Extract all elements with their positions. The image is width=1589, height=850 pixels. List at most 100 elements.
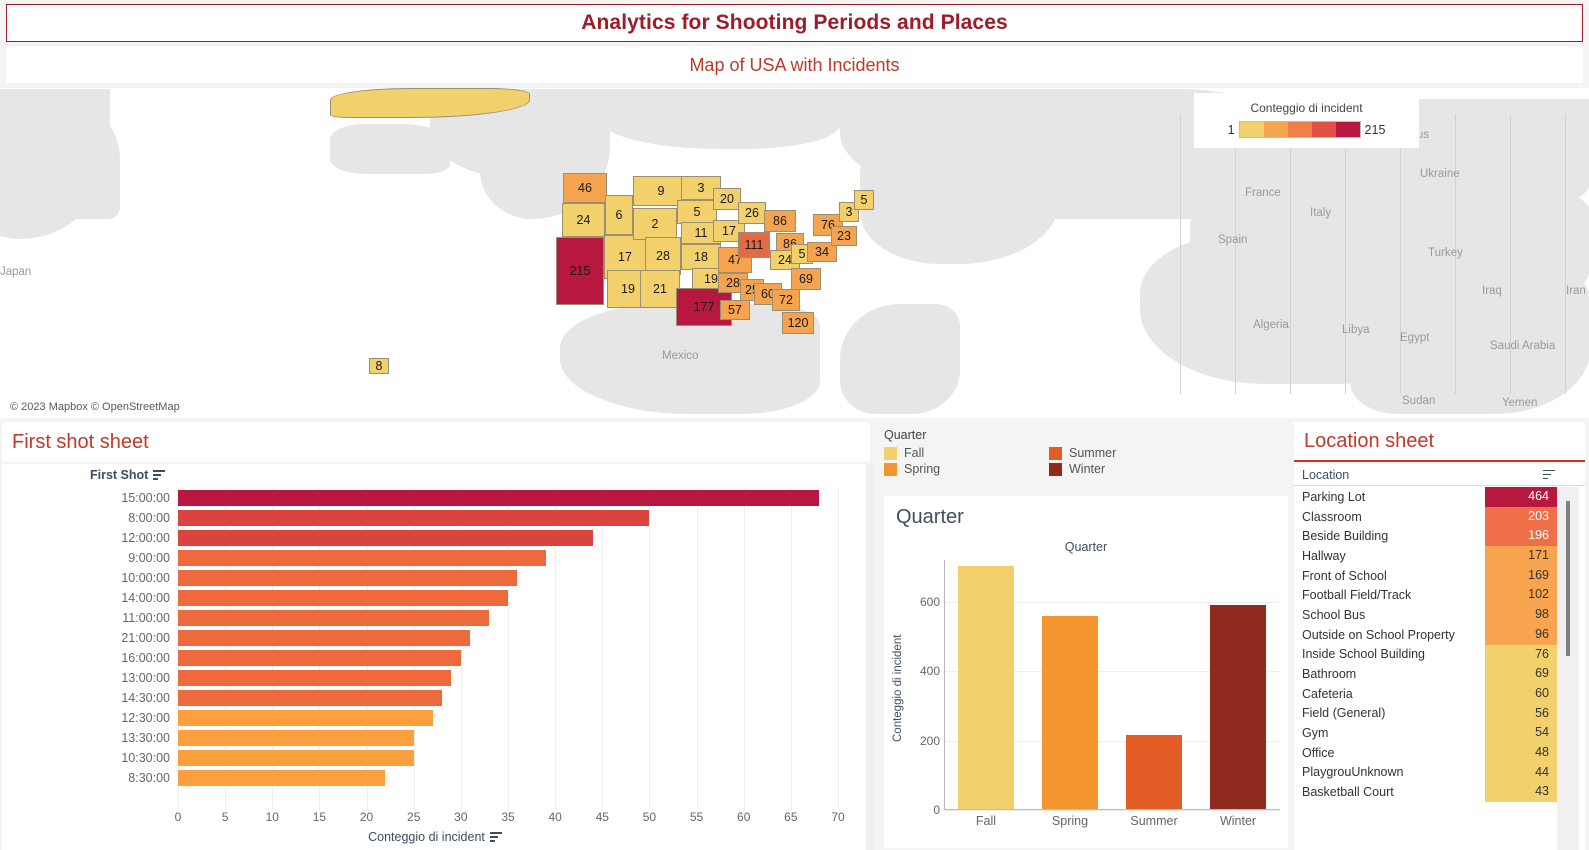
map-state[interactable]: 2: [633, 208, 677, 240]
map-state[interactable]: 20: [713, 188, 741, 210]
table-row[interactable]: Parking Lot 464: [1294, 487, 1557, 507]
map-legend-swatch: [1311, 122, 1336, 137]
map-state[interactable]: 24: [562, 203, 605, 237]
first-shot-bar-row[interactable]: 15:00:00: [2, 488, 868, 508]
quarter-legend-item[interactable]: Spring: [884, 462, 1049, 476]
quarter-legend-item[interactable]: Fall: [884, 446, 1049, 460]
table-row[interactable]: Gym 54: [1294, 723, 1557, 743]
map-state[interactable]: 6: [605, 195, 633, 235]
table-row[interactable]: PlaygrouUnknown 44: [1294, 762, 1557, 783]
first-shot-category-label: 10:30:00: [121, 751, 170, 765]
table-row[interactable]: Cafeteria 60: [1294, 683, 1557, 704]
gridline: [944, 810, 1280, 811]
location-name: Gym: [1302, 726, 1329, 741]
location-value: 60: [1485, 683, 1557, 704]
table-row[interactable]: Inside School Building 76: [1294, 644, 1557, 665]
quarter-bar[interactable]: [1126, 735, 1182, 809]
map-state[interactable]: 23: [831, 226, 857, 246]
quarter-legend-items[interactable]: Fall Summer Spring Winter: [884, 446, 1214, 476]
first-shot-bar[interactable]: [178, 490, 820, 506]
first-shot-bars[interactable]: 15:00:00 8:00:00 12:00:00 9:00:00 10:00:00 14…: [2, 488, 868, 810]
map-state[interactable]: 8: [369, 358, 389, 374]
table-row[interactable]: Front of School 169: [1294, 565, 1557, 586]
quarter-bar[interactable]: [1210, 604, 1266, 809]
first-shot-bar-row[interactable]: 14:30:00: [2, 688, 868, 708]
first-shot-bar-row[interactable]: 8:30:00: [2, 768, 868, 788]
map-state[interactable]: 5: [677, 200, 717, 224]
first-shot-bar-row[interactable]: 16:00:00: [2, 648, 868, 668]
location-rows[interactable]: Parking Lot 464 Classroom 203 Beside Buildin…: [1294, 487, 1557, 850]
page-title: Analytics for Shooting Periods and Place…: [581, 11, 1008, 34]
map-landmass: [330, 124, 450, 174]
table-row[interactable]: Office 48: [1294, 742, 1557, 763]
first-shot-bar[interactable]: [178, 690, 442, 706]
first-shot-bar-row[interactable]: 13:30:00: [2, 728, 868, 748]
map-state-value: 11: [694, 226, 708, 240]
sort-icon[interactable]: [153, 470, 166, 480]
map-state[interactable]: 46: [563, 173, 607, 203]
first-shot-bar-row[interactable]: 9:00:00: [2, 548, 868, 568]
map-state[interactable]: 86: [764, 210, 796, 232]
quarter-legend-item[interactable]: Winter: [1049, 462, 1214, 476]
map-state-value: 215: [569, 264, 591, 278]
table-row[interactable]: Basketball Court 43: [1294, 782, 1557, 802]
location-column-header[interactable]: Location: [1294, 464, 1585, 486]
first-shot-bar-row[interactable]: 12:30:00: [2, 708, 868, 728]
first-shot-bar[interactable]: [178, 770, 386, 786]
first-shot-bar[interactable]: [178, 590, 508, 606]
first-shot-bar-row[interactable]: 11:00:00: [2, 608, 868, 628]
first-shot-bar-row[interactable]: 13:00:00: [2, 668, 868, 688]
first-shot-bar[interactable]: [178, 710, 433, 726]
map-state-value: 3: [845, 205, 853, 219]
first-shot-bar[interactable]: [178, 670, 452, 686]
map-state[interactable]: 57: [720, 300, 750, 320]
scrollbar-thumb[interactable]: [1566, 501, 1570, 656]
first-shot-bar[interactable]: [178, 630, 471, 646]
first-shot-bar-row[interactable]: 12:00:00: [2, 528, 868, 548]
table-row[interactable]: Classroom 203: [1294, 506, 1557, 527]
first-shot-bar[interactable]: [178, 550, 546, 566]
first-shot-bar[interactable]: [178, 650, 461, 666]
quarter-legend-item[interactable]: Summer: [1049, 446, 1214, 460]
map-state[interactable]: 18: [681, 244, 721, 270]
map-state-value: 9: [657, 184, 665, 198]
quarter-bar[interactable]: [958, 565, 1014, 809]
table-row[interactable]: Outside on School Property 96: [1294, 624, 1557, 645]
sort-icon[interactable]: [1543, 469, 1555, 480]
location-scrollbar[interactable]: [1557, 487, 1579, 850]
map-state[interactable]: 5: [854, 190, 874, 210]
first-shot-measure-label[interactable]: Conteggio di incident: [2, 830, 868, 844]
first-shot-bar-track: [178, 688, 868, 708]
first-shot-bar[interactable]: [178, 750, 414, 766]
table-row[interactable]: Field (General) 56: [1294, 703, 1557, 724]
map-state[interactable]: 69: [791, 268, 821, 290]
map-state[interactable]: 21: [640, 270, 680, 308]
x-tick-label: 55: [689, 810, 704, 824]
first-shot-bar[interactable]: [178, 730, 414, 746]
first-shot-bar-row[interactable]: 10:30:00: [2, 748, 868, 768]
map-state[interactable]: 72: [772, 289, 800, 311]
table-row[interactable]: Beside Building 196: [1294, 526, 1557, 547]
quarter-bars[interactable]: [944, 560, 1280, 809]
table-row[interactable]: School Bus 98: [1294, 605, 1557, 625]
map-state[interactable]: 215: [556, 237, 604, 305]
map-panel[interactable]: JapanMexicoBelarusUkraineFranceItalySpai…: [0, 88, 1589, 418]
table-row[interactable]: Bathroom 69: [1294, 664, 1557, 684]
first-shot-bar-row[interactable]: 10:00:00: [2, 568, 868, 588]
table-row[interactable]: Hallway 171: [1294, 546, 1557, 566]
first-shot-bar[interactable]: [178, 530, 593, 546]
first-shot-bar[interactable]: [178, 570, 518, 586]
first-shot-bar[interactable]: [178, 510, 650, 526]
map-state[interactable]: 26: [738, 202, 766, 224]
first-shot-bar-track: [178, 728, 868, 748]
map-state[interactable]: 120: [782, 312, 814, 334]
first-shot-bar-row[interactable]: 21:00:00: [2, 628, 868, 648]
table-row[interactable]: Football Field/Track 102: [1294, 585, 1557, 606]
quarter-bar[interactable]: [1042, 616, 1098, 809]
first-shot-bar-row[interactable]: 8:00:00: [2, 508, 868, 528]
first-shot-dimension-label[interactable]: First Shot: [90, 468, 166, 482]
first-shot-bar[interactable]: [178, 610, 490, 626]
first-shot-bar-row[interactable]: 14:00:00: [2, 588, 868, 608]
map-state[interactable]: 111: [738, 232, 770, 258]
sort-icon[interactable]: [489, 832, 502, 842]
